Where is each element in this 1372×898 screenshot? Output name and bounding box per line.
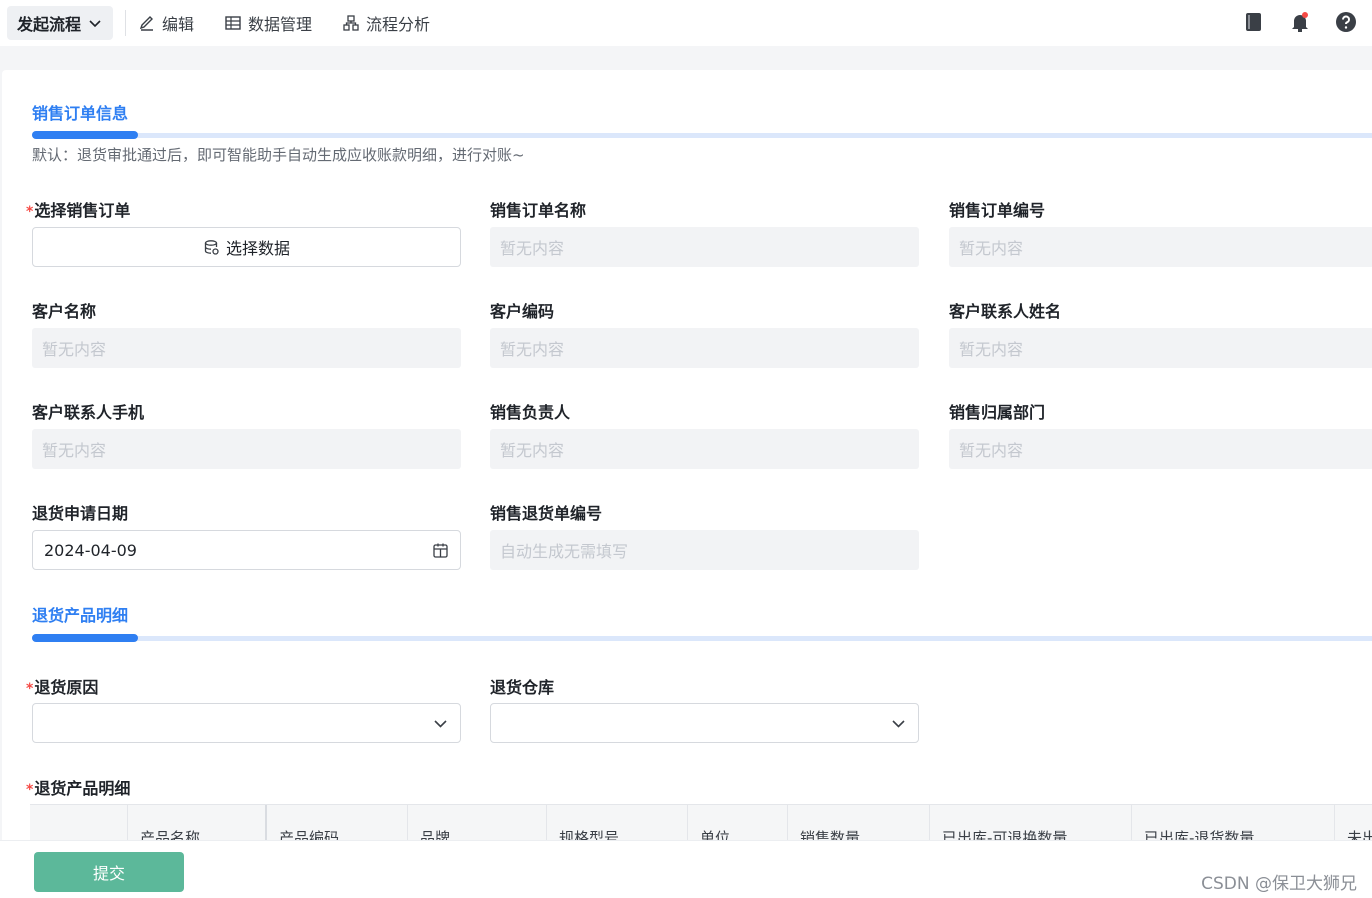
customer-code-label: 客户编码	[490, 302, 555, 321]
process-analysis-label: 流程分析	[366, 15, 431, 34]
chevron-down-icon	[89, 20, 101, 28]
order-no-label: 销售订单编号	[949, 201, 1046, 220]
section-title-product-detail: 退货产品明细	[32, 606, 129, 625]
chevron-down-icon	[434, 720, 447, 728]
return-products-label: *退货产品明细	[26, 779, 131, 798]
contact-phone-field: 暂无内容	[32, 429, 461, 469]
customer-name-field: 暂无内容	[32, 328, 461, 368]
order-name-label: 销售订单名称	[490, 201, 587, 220]
contact-phone-label: 客户联系人手机	[32, 403, 145, 422]
data-management-button[interactable]: 数据管理	[224, 11, 312, 35]
return-warehouse-label: 退货仓库	[490, 678, 555, 697]
select-order-label: *选择销售订单	[26, 201, 131, 220]
launch-process-label: 发起流程	[17, 15, 82, 34]
section-title-order-info: 销售订单信息	[32, 104, 129, 123]
table-header-cell: 已出库-可退换数量	[930, 805, 1132, 844]
select-data-label: 选择数据	[225, 239, 290, 258]
table-icon	[225, 16, 241, 30]
book-icon[interactable]	[1242, 10, 1266, 34]
toolbar-divider	[125, 10, 127, 36]
table-header-cell: 产品编码	[267, 805, 408, 844]
return-date-value: 2024-04-09	[44, 540, 137, 560]
launch-process-button[interactable]: 发起流程	[7, 6, 114, 40]
contact-name-label: 客户联系人姓名	[949, 302, 1062, 321]
calendar-icon[interactable]	[432, 542, 449, 559]
product-table-header: 产品名称 产品编码 品牌 规格型号 单位 销售数量 已出库-可退换数量 已出库-…	[30, 804, 1372, 844]
return-no-field: 自动生成无需填写	[490, 530, 919, 570]
top-toolbar: 发起流程 编辑 数据管理 流程分析	[0, 0, 1372, 46]
table-header-cell: 销售数量	[788, 805, 930, 844]
table-header-cell	[30, 805, 128, 844]
chevron-down-icon	[892, 720, 905, 728]
flow-chart-icon	[343, 15, 359, 31]
sales-dept-label: 销售归属部门	[949, 403, 1046, 422]
return-date-label: 退货申请日期	[32, 504, 129, 523]
help-icon[interactable]	[1334, 10, 1358, 34]
form-footer: 提交 CSDN @保卫大狮兄	[0, 840, 1372, 898]
section-divider	[32, 131, 1372, 139]
select-data-button[interactable]: 选择数据	[32, 227, 461, 267]
customer-code-field: 暂无内容	[490, 328, 919, 368]
toolbar-right-actions	[1242, 10, 1358, 34]
section-divider	[32, 634, 1372, 642]
database-icon	[204, 239, 219, 255]
sales-owner-field: 暂无内容	[490, 429, 919, 469]
return-warehouse-select[interactable]	[490, 703, 919, 743]
return-date-input[interactable]: 2024-04-09	[32, 530, 461, 570]
section-hint: 默认：退货审批通过后，即可智能助手自动生成应收账款明细，进行对账~	[32, 146, 525, 164]
notification-bell-icon[interactable]	[1288, 10, 1312, 34]
table-header-cell: 产品名称	[128, 805, 267, 844]
return-reason-label: *退货原因	[26, 678, 99, 697]
edit-button[interactable]: 编辑	[138, 11, 194, 35]
order-name-field: 暂无内容	[490, 227, 919, 267]
customer-name-label: 客户名称	[32, 302, 97, 321]
watermark: CSDN @保卫大狮兄	[1201, 874, 1357, 894]
data-management-label: 数据管理	[248, 15, 313, 34]
return-no-label: 销售退货单编号	[490, 504, 603, 523]
pencil-icon	[139, 16, 154, 31]
submit-button[interactable]: 提交	[34, 852, 184, 892]
sales-owner-label: 销售负责人	[490, 403, 571, 422]
form-card: 销售订单信息 默认：退货审批通过后，即可智能助手自动生成应收账款明细，进行对账~…	[2, 70, 1372, 860]
process-analysis-button[interactable]: 流程分析	[342, 11, 430, 35]
table-header-cell: 已出库-退货数量	[1132, 805, 1335, 844]
return-reason-select[interactable]	[32, 703, 461, 743]
order-no-field: 暂无内容	[949, 227, 1372, 267]
contact-name-field: 暂无内容	[949, 328, 1372, 368]
table-header-cell: 单位	[688, 805, 788, 844]
table-header-cell: 未出	[1335, 805, 1372, 844]
table-header-cell: 品牌	[408, 805, 547, 844]
table-header-cell: 规格型号	[547, 805, 688, 844]
sales-dept-field: 暂无内容	[949, 429, 1372, 469]
edit-label: 编辑	[162, 15, 195, 34]
